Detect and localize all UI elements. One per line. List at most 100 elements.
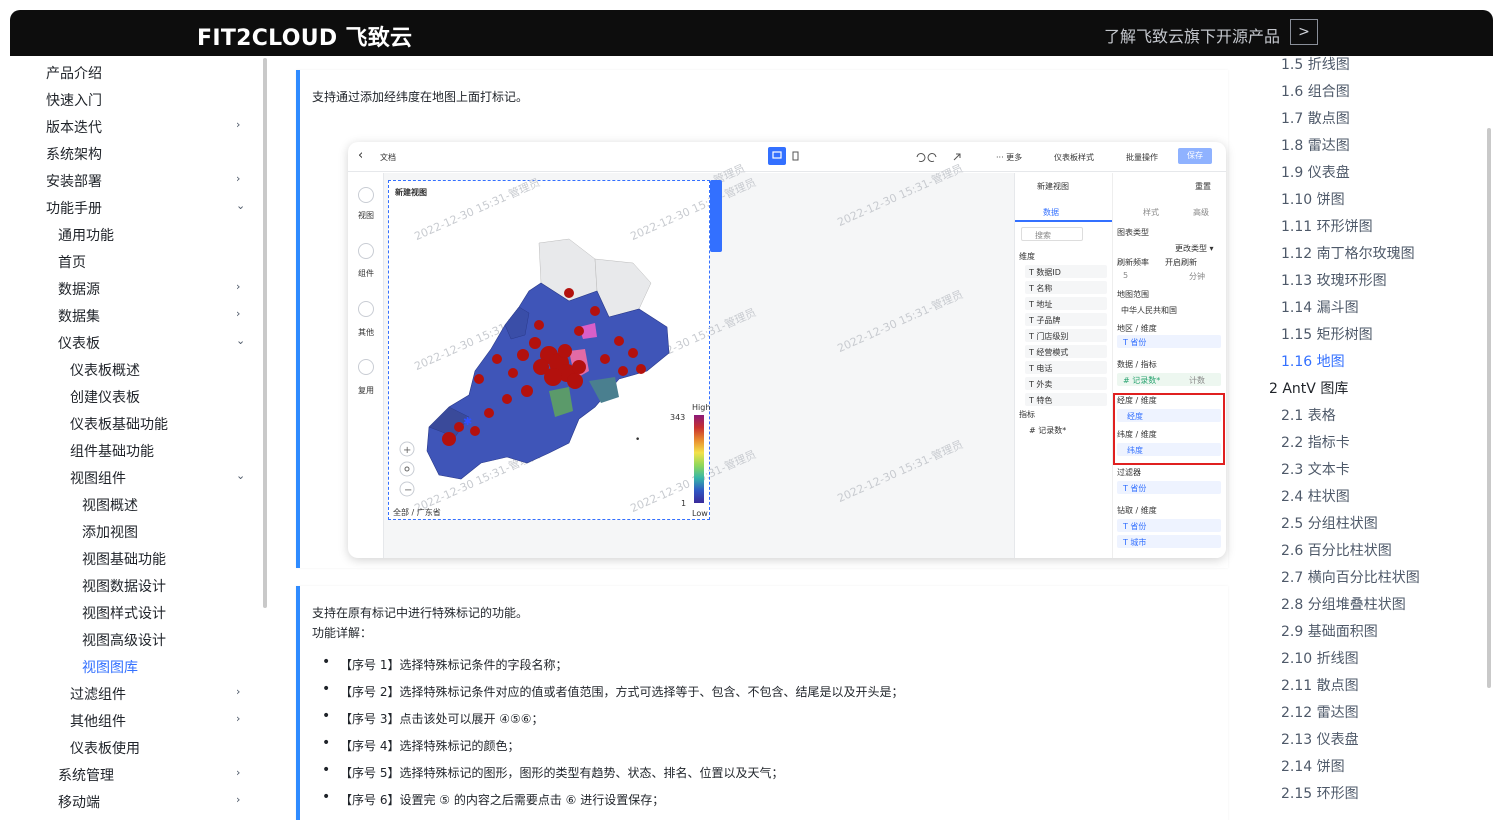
measure-field[interactable]: # 记录数* [1029, 425, 1066, 436]
batch-operation-button[interactable]: 批量操作 [1126, 152, 1158, 163]
zoom-controls[interactable]: + − [397, 441, 417, 501]
sidebar-item[interactable]: 仪表板 [58, 333, 100, 353]
toc-item[interactable]: 2.1 表格 [1281, 405, 1336, 425]
toc-item[interactable]: 2.4 柱状图 [1281, 486, 1350, 506]
toc-item[interactable]: 2.5 分组柱状图 [1281, 513, 1378, 533]
toc-item[interactable]: 2.11 散点图 [1281, 675, 1359, 695]
rail-label: 组件 [358, 269, 374, 278]
back-icon[interactable]: ‹ [358, 148, 363, 163]
logo[interactable]: FIT2CLOUD 飞致云 [197, 20, 412, 52]
toc-item[interactable]: 1.9 仪表盘 [1281, 162, 1350, 182]
sidebar-item[interactable]: 功能手册 [46, 198, 102, 218]
sidebar-item[interactable]: 移动端 [58, 792, 100, 812]
change-type-button[interactable]: 更改类型 ▾ [1175, 243, 1214, 254]
toc-item[interactable]: 1.12 南丁格尔玫瑰图 [1281, 243, 1415, 263]
map-range-select[interactable]: 中华人民共和国 [1121, 305, 1177, 316]
view-icon[interactable] [358, 187, 374, 203]
refresh-unit[interactable]: 分钟 [1189, 271, 1205, 282]
toc-item[interactable]: 1.8 雷达图 [1281, 135, 1350, 155]
chevron-down-icon[interactable]: ⌄ [236, 334, 245, 347]
tab-style[interactable]: 样式 [1143, 207, 1159, 218]
sidebar-scrollbar[interactable] [263, 58, 267, 608]
chevron-right-icon[interactable]: › [236, 685, 240, 698]
sidebar-item[interactable]: 视图图库 [82, 657, 138, 677]
toc-item[interactable]: 2.12 雷达图 [1281, 702, 1359, 722]
list-item: 【序号 5】选择特殊标记的图形，图形的类型有趋势、状态、排名、位置以及天气； [322, 762, 783, 781]
dashboard-style-button[interactable]: 仪表板样式 [1054, 152, 1094, 163]
toc-item[interactable]: 2.6 百分比柱状图 [1281, 540, 1392, 560]
tab-advanced[interactable]: 高级 [1193, 207, 1209, 218]
chevron-right-icon[interactable]: › [236, 307, 240, 320]
toc-item[interactable]: 2.13 仪表盘 [1281, 729, 1359, 749]
toc-item[interactable]: 2.7 横向百分比柱状图 [1281, 567, 1420, 587]
refresh-value[interactable]: 5 [1123, 271, 1128, 280]
reset-button[interactable]: 重置 [1195, 181, 1211, 192]
toc-item[interactable]: 1.14 漏斗图 [1281, 297, 1359, 317]
toc-scrollbar[interactable] [1487, 128, 1491, 688]
tab-data[interactable]: 数据 [1043, 207, 1059, 218]
toc-item[interactable]: 2.10 折线图 [1281, 648, 1359, 668]
chevron-right-icon[interactable]: › [236, 712, 240, 725]
sidebar-item[interactable]: 数据源 [58, 279, 100, 299]
device-toggle[interactable] [768, 147, 808, 165]
toc-item[interactable]: 1.10 饼图 [1281, 189, 1345, 209]
component-icon[interactable] [358, 243, 374, 259]
toc-item[interactable]: 1.11 环形饼图 [1281, 216, 1373, 236]
sidebar-item[interactable]: 系统架构 [46, 144, 102, 164]
chevron-right-icon[interactable]: › [236, 280, 240, 293]
desktop-icon[interactable] [768, 147, 808, 165]
chevron-right-icon[interactable]: › [236, 172, 240, 185]
realtime-toggle[interactable]: 开启刷新 [1165, 257, 1197, 268]
map-view[interactable]: 新建视图 2022-12-30 15:31-管理员 2022-12-30 15:… [388, 176, 758, 520]
sidebar-item[interactable]: 首页 [58, 252, 86, 272]
toc-item[interactable]: 1.7 散点图 [1281, 108, 1350, 128]
sidebar-item[interactable]: 创建仪表板 [70, 387, 140, 407]
reuse-icon[interactable] [358, 359, 374, 375]
toc-item[interactable]: 1.6 组合图 [1281, 81, 1350, 101]
sidebar-item[interactable]: 系统管理 [58, 765, 114, 785]
chevron-down-icon[interactable]: ⌄ [236, 199, 245, 212]
toc-item[interactable]: 2.9 基础面积图 [1281, 621, 1378, 641]
chevron-right-icon[interactable]: > [1290, 19, 1318, 45]
sidebar-item[interactable]: 仪表板概述 [70, 360, 140, 380]
open-source-products-link[interactable]: 了解飞致云旗下开源产品 [1104, 23, 1280, 47]
other-icon[interactable] [358, 301, 374, 317]
sidebar-item[interactable]: 添加视图 [82, 522, 138, 542]
sidebar-item[interactable]: 视图数据设计 [82, 576, 166, 596]
sidebar-item[interactable]: 数据集 [58, 306, 100, 326]
area-chip-label: T 省份 [1123, 338, 1147, 347]
chevron-down-icon[interactable]: ⌄ [236, 469, 245, 482]
sidebar-item[interactable]: 安装部署 [46, 171, 102, 191]
toc-item[interactable]: 2.8 分组堆叠柱状图 [1281, 594, 1406, 614]
toc-item[interactable]: 2.14 饼图 [1281, 756, 1345, 776]
sidebar-item[interactable]: 快速入门 [46, 90, 102, 110]
toc-item[interactable]: 1.13 玫瑰环形图 [1281, 270, 1387, 290]
toc-item[interactable]: 1.5 折线图 [1281, 56, 1350, 74]
sidebar-item[interactable]: 视图高级设计 [82, 630, 166, 650]
toc-item[interactable]: 2.2 指标卡 [1281, 432, 1350, 452]
more-button[interactable]: ··· 更多 [996, 152, 1022, 163]
sidebar-item[interactable]: 仪表板基础功能 [70, 414, 168, 434]
sidebar-item[interactable]: 视图概述 [82, 495, 138, 515]
sidebar-item[interactable]: 视图组件 [70, 468, 126, 488]
sidebar-item[interactable]: 视图基础功能 [82, 549, 166, 569]
chevron-right-icon[interactable]: › [236, 793, 240, 806]
chevron-right-icon[interactable]: › [236, 118, 240, 131]
sidebar-item[interactable]: 其他组件 [70, 711, 126, 731]
sidebar-item[interactable]: 通用功能 [58, 225, 114, 245]
sidebar-item[interactable]: 产品介绍 [46, 63, 102, 83]
sidebar-item[interactable]: 过滤组件 [70, 684, 126, 704]
toc-item[interactable]: 1.15 矩形树图 [1281, 324, 1373, 344]
chevron-right-icon[interactable]: › [236, 766, 240, 779]
sidebar-item[interactable]: 版本迭代 [46, 117, 102, 137]
save-button[interactable]: 保存 [1178, 148, 1212, 164]
sidebar-item[interactable]: 视图样式设计 [82, 603, 166, 623]
toc-item[interactable]: 2 AntV 图库 [1269, 378, 1348, 398]
toc-item[interactable]: 2.15 环形图 [1281, 783, 1359, 803]
view-edit-toolbar[interactable] [710, 180, 722, 252]
toc-item[interactable]: 2.3 文本卡 [1281, 459, 1350, 479]
sidebar-item[interactable]: 组件基础功能 [70, 441, 154, 461]
toc-item[interactable]: 1.16 地图 [1281, 351, 1345, 371]
search-input[interactable] [1021, 227, 1083, 241]
sidebar-item[interactable]: 仪表板使用 [70, 738, 140, 758]
